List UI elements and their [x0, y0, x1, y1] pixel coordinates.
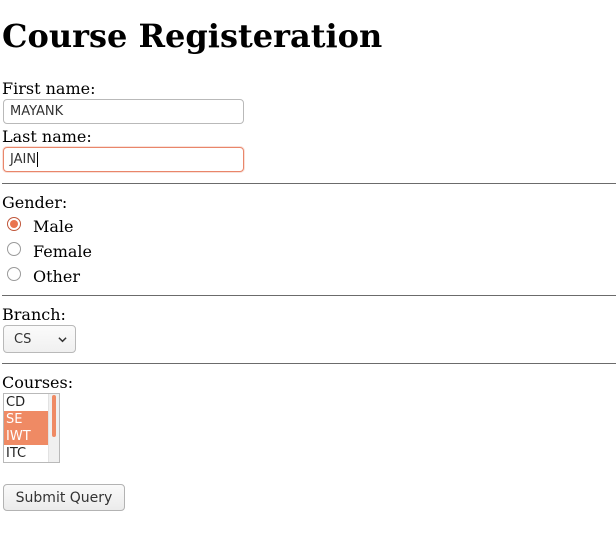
gender-option-label: Female — [33, 242, 92, 261]
listbox-scrollbar[interactable] — [48, 394, 59, 462]
radio-other[interactable] — [7, 267, 21, 281]
last-name-input[interactable]: JAIN — [3, 147, 244, 172]
submit-button[interactable]: Submit Query — [3, 484, 125, 511]
courses-listbox[interactable]: CD SE IWT ITC — [3, 393, 60, 463]
radio-male[interactable] — [7, 217, 21, 231]
branch-selected-value: CS — [14, 331, 32, 347]
gender-option-other[interactable]: Other — [7, 266, 80, 288]
gender-option-female[interactable]: Female — [7, 241, 92, 263]
branch-label: Branch: — [2, 305, 66, 324]
text-caret — [37, 152, 39, 167]
separator — [2, 183, 616, 184]
courses-label: Courses: — [2, 373, 74, 392]
gender-option-label: Other — [33, 267, 80, 286]
page-title: Course Registeration — [2, 17, 383, 55]
course-option-itc[interactable]: ITC — [4, 445, 48, 462]
chevron-down-icon — [58, 336, 67, 342]
scrollbar-thumb[interactable] — [52, 395, 56, 437]
first-name-label: First name: — [2, 79, 96, 98]
branch-select[interactable]: CS — [3, 325, 76, 353]
last-name-label: Last name: — [2, 127, 92, 146]
first-name-value: MAYANK — [10, 104, 64, 119]
gender-option-male[interactable]: Male — [7, 216, 74, 238]
course-option-cd[interactable]: CD — [4, 394, 48, 411]
course-registration-page: Course Registeration First name: MAYANK … — [0, 0, 616, 548]
gender-option-label: Male — [33, 217, 74, 236]
course-option-iwt[interactable]: IWT — [4, 428, 48, 445]
separator — [2, 295, 616, 296]
gender-label: Gender: — [2, 193, 68, 212]
first-name-input[interactable]: MAYANK — [3, 99, 244, 124]
last-name-value: JAIN — [10, 152, 37, 167]
course-option-se[interactable]: SE — [4, 411, 48, 428]
separator — [2, 363, 616, 364]
radio-female[interactable] — [7, 242, 21, 256]
